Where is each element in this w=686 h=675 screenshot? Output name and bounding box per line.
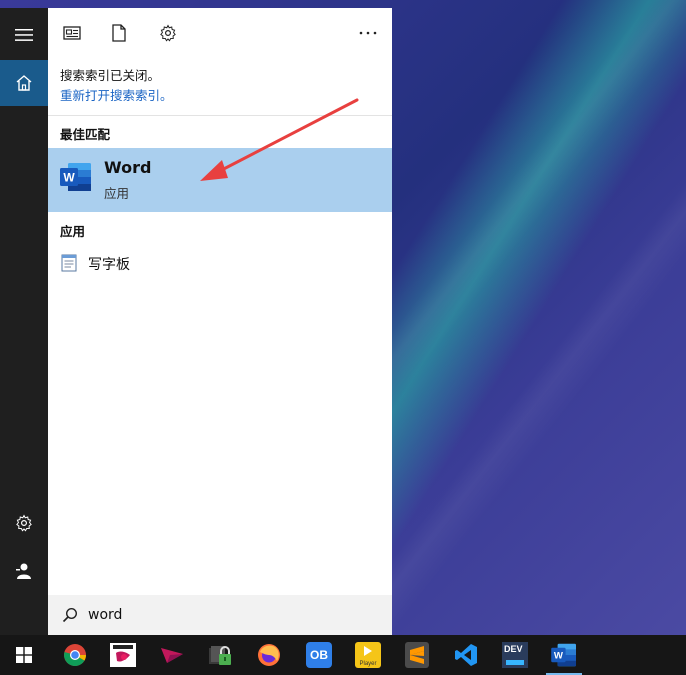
ob-app-icon: OB [306,642,332,668]
word-icon: W [551,643,576,667]
user-icon [16,563,31,579]
home-icon [16,75,32,91]
document-view-button[interactable] [61,22,83,44]
search-box[interactable]: word [48,595,392,635]
firefox-icon [258,644,280,666]
sublime-icon [405,642,429,668]
play-icon [364,646,372,656]
more-options-icon [359,31,377,35]
start-sidebar [0,8,48,635]
taskbar-vscode[interactable] [442,635,490,675]
lock-app-icon [209,646,231,665]
vscode-icon [455,644,477,666]
notice-text: 搜索索引已关闭。 [60,68,161,83]
hamburger-menu-icon [15,29,33,41]
settings-button[interactable] [0,500,48,546]
divider [48,115,392,116]
taskbar-devecostudio[interactable]: DEV [491,635,539,675]
search-index-notice: 搜索索引已关闭。 重新打开搜索索引。 [60,66,173,106]
taskbar-lock-app[interactable] [196,635,244,675]
taskbar-word[interactable]: W [540,635,588,675]
best-match-label: 最佳匹配 [60,127,111,142]
file-icon [112,24,126,42]
gear-icon [160,24,176,42]
dev-icon-accent [506,660,524,665]
best-match-item[interactable]: W Word 应用 [48,148,392,212]
user-button[interactable] [0,548,48,594]
file-button[interactable] [108,22,130,44]
ob-app-icon-text: OB [310,648,328,662]
xmind-icon [110,643,136,667]
taskbar-chrome[interactable] [51,635,99,675]
more-options-button[interactable] [357,22,379,44]
document-view-icon [63,26,81,40]
home-button[interactable] [0,60,48,106]
search-panel: 搜索索引已关闭。 重新打开搜索索引。 最佳匹配 W Word 应用 应用 写字板 [48,8,392,635]
settings-toolbar-button[interactable] [157,22,179,44]
dev-icon-text: DEV [504,644,523,654]
player-icon: Player [355,642,381,668]
best-match-subtitle: 应用 [104,186,130,201]
reopen-index-link[interactable]: 重新打开搜索索引。 [60,86,173,106]
taskbar-feishu[interactable] [148,635,196,675]
wordpad-icon [61,254,77,272]
apps-section-label: 应用 [60,224,86,239]
search-input[interactable]: word [88,607,122,623]
taskbar-sublime[interactable] [393,635,441,675]
windows-start-icon [16,647,32,663]
search-icon [62,607,78,623]
chrome-icon [64,644,86,666]
player-icon-text: Player [359,661,377,667]
svg-text:W: W [63,171,75,185]
devecostudio-icon: DEV [502,642,528,668]
gear-icon [16,514,32,532]
best-match-title: Word [104,158,152,177]
taskbar: OB Player DEV W [0,635,686,675]
svg-text:W: W [554,651,564,662]
hamburger-menu-button[interactable] [0,12,48,58]
start-button[interactable] [0,635,48,675]
taskbar-xmind[interactable] [99,635,147,675]
search-toolbar [48,8,392,60]
app-result-item[interactable]: 写字板 [48,250,392,278]
taskbar-firefox[interactable] [245,635,293,675]
taskbar-ob-app[interactable]: OB [295,635,343,675]
app-result-name: 写字板 [88,257,130,273]
feishu-icon [161,648,183,663]
taskbar-player[interactable]: Player [344,635,392,675]
word-icon: W [60,163,91,191]
